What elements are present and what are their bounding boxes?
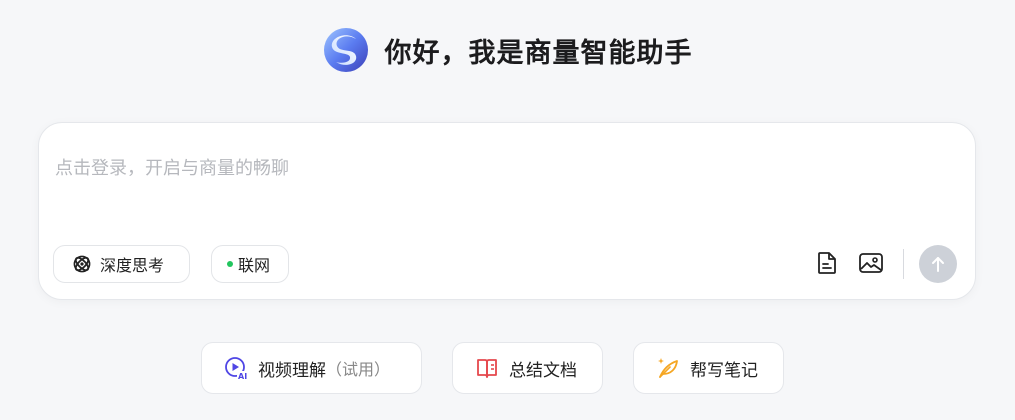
welcome-header: 你好，我是商量智能助手 <box>0 22 1015 78</box>
document-icon <box>818 252 836 274</box>
svg-text:AI: AI <box>238 372 247 380</box>
send-button[interactable] <box>919 245 957 283</box>
deep-think-toggle[interactable]: 深度思考 <box>53 245 190 283</box>
book-summary-icon <box>477 359 497 378</box>
upload-file-button[interactable] <box>811 247 843 279</box>
chat-composer: 深度思考 联网 <box>38 122 976 300</box>
quick-action-write-notes[interactable]: 帮写笔记 <box>633 342 784 394</box>
brain-atom-icon <box>73 255 91 273</box>
arrow-up-icon <box>932 257 944 272</box>
toolbar-divider <box>903 249 904 279</box>
sensenova-logo-icon <box>323 28 368 72</box>
feather-pen-icon <box>658 358 678 378</box>
image-icon <box>859 253 883 273</box>
quick-action-video-understanding[interactable]: AI 视频理解 （试用） <box>201 342 422 394</box>
quick-action-label: 视频理解 <box>258 360 326 381</box>
page-title: 你好，我是商量智能助手 <box>384 37 693 69</box>
video-ai-icon: AI <box>225 357 248 380</box>
web-search-toggle[interactable]: 联网 <box>211 245 289 283</box>
prompt-input[interactable] <box>55 153 955 183</box>
trial-hint: （试用） <box>326 360 391 379</box>
deep-think-label: 深度思考 <box>100 256 165 275</box>
upload-image-button[interactable] <box>855 247 887 279</box>
quick-action-label: 总结文档 <box>509 360 577 381</box>
web-search-label: 联网 <box>238 256 271 275</box>
quick-action-summarize-document[interactable]: 总结文档 <box>452 342 603 394</box>
quick-action-label: 帮写笔记 <box>690 360 758 381</box>
web-status-dot <box>227 261 233 267</box>
